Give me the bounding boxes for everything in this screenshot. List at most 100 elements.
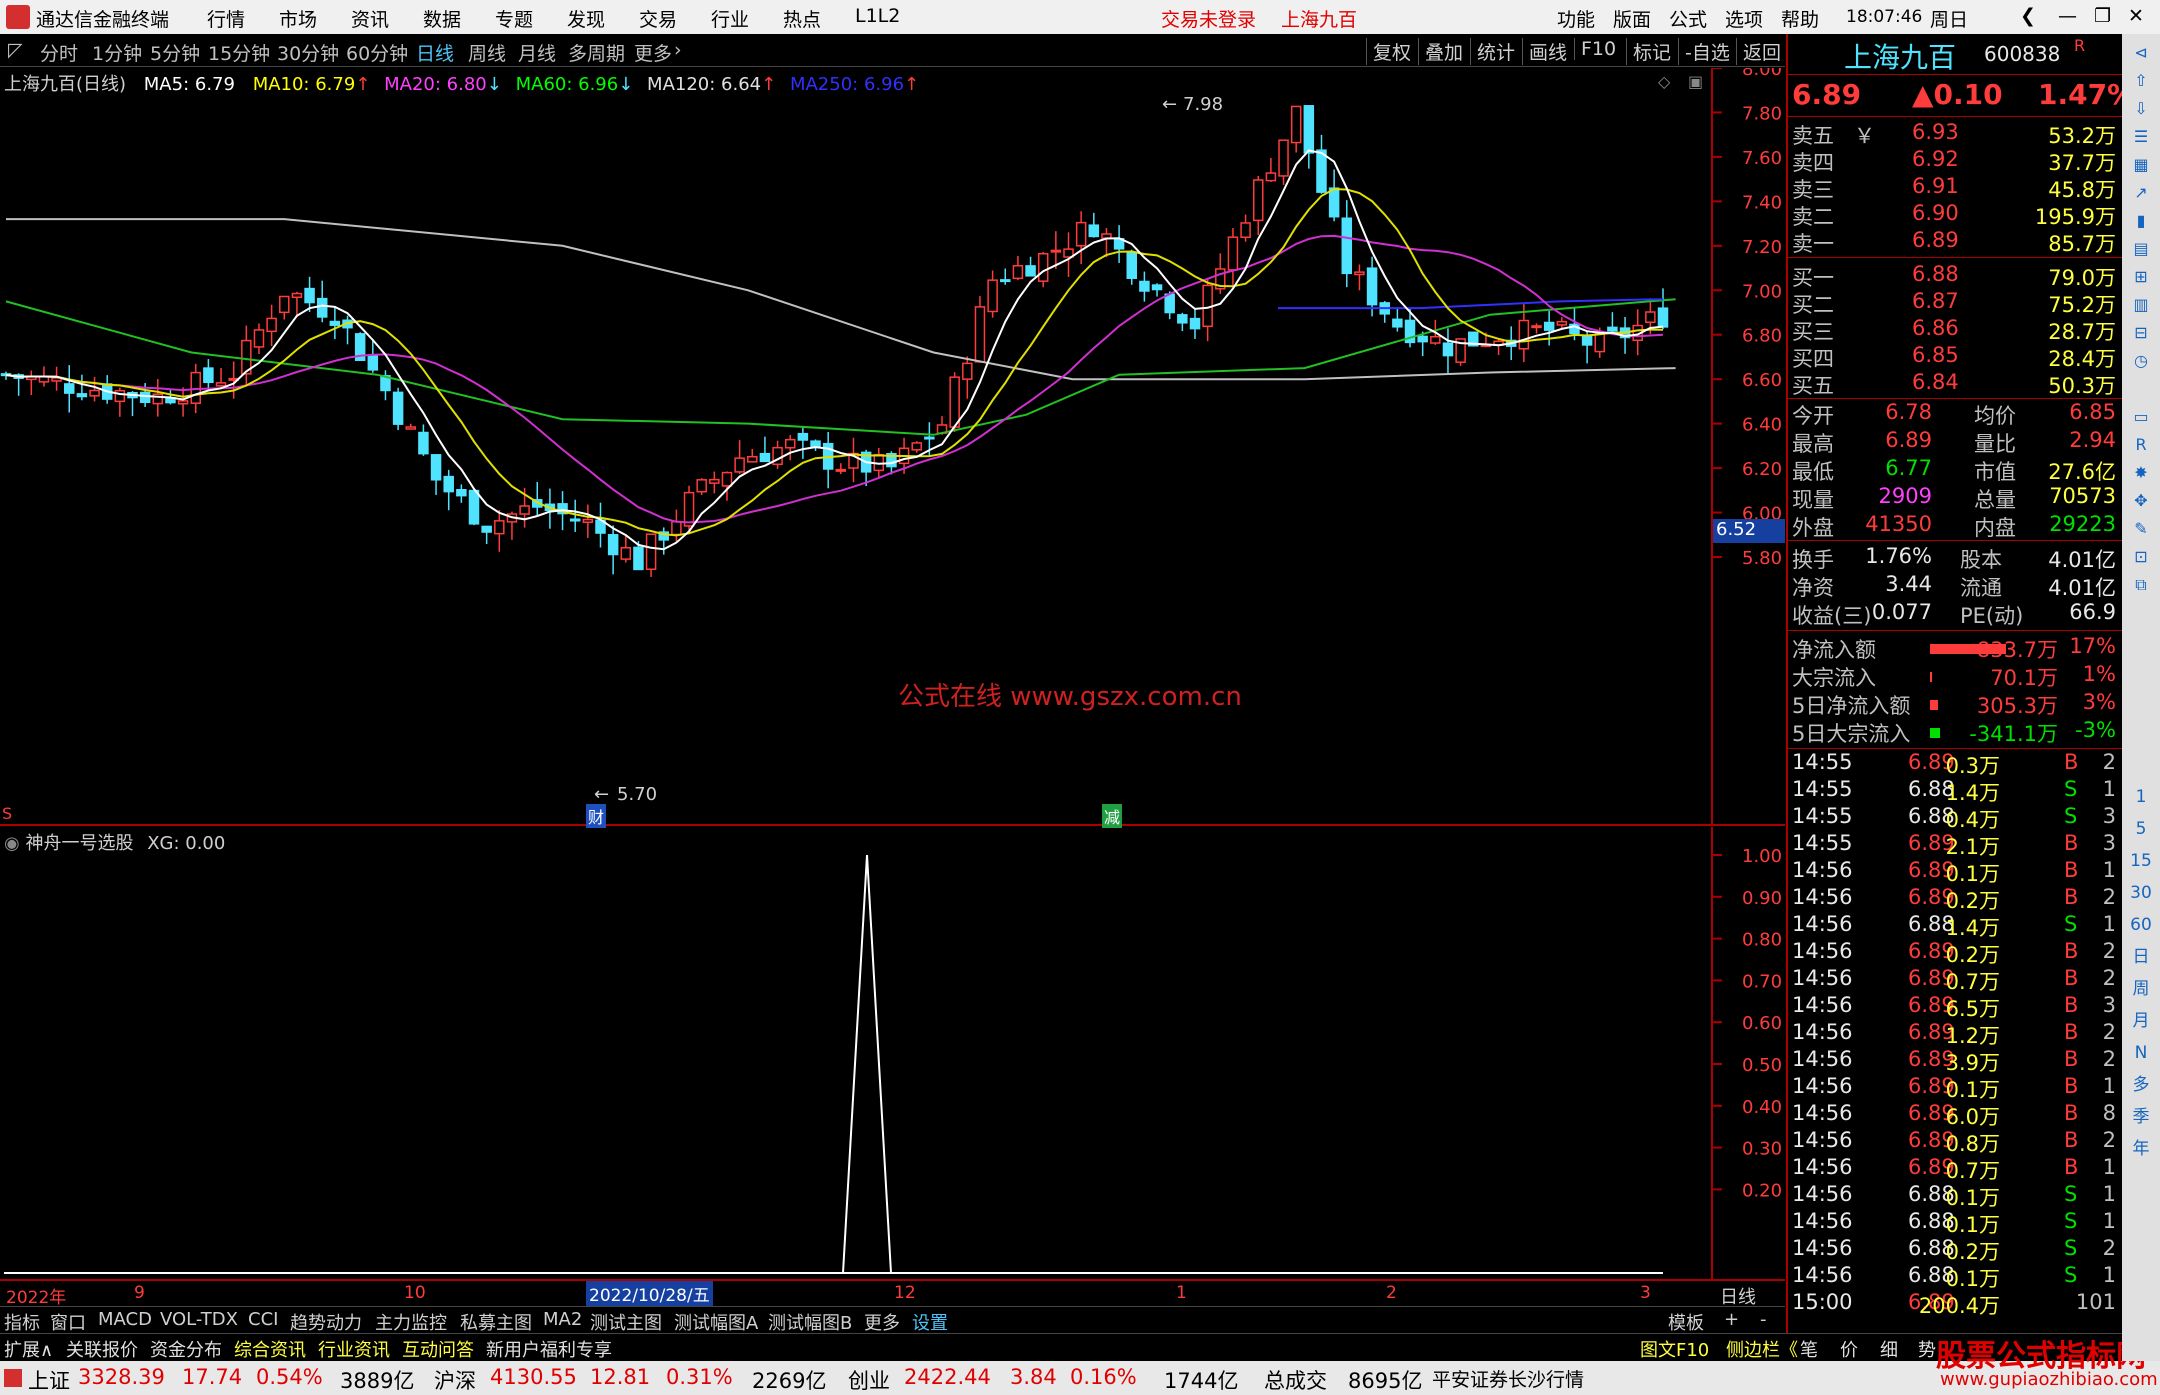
kline-chart[interactable]: 8.00 7.80 7.60 7.40 7.20 7.00 6.80 6.60 6.40 6.20… bbox=[0, 68, 1785, 828]
tick-row[interactable]: 14:56 6.89 0.8万 B 2 bbox=[1792, 1128, 2120, 1156]
stat-row[interactable]: 换手 1.76% 股本 4.01亿 bbox=[1792, 544, 2120, 572]
f2-icon[interactable]: ⊟ bbox=[2128, 320, 2154, 346]
stat-row[interactable]: 收益(三) 0.077 PE(动) 66.9 bbox=[1792, 600, 2120, 628]
diamond-icon[interactable]: ◇ bbox=[1658, 72, 1670, 91]
tick-row[interactable]: 14:56 6.89 0.7万 B 1 bbox=[1792, 1155, 2120, 1183]
tick-row[interactable]: 14:56 6.89 3.9万 B 2 bbox=[1792, 1047, 2120, 1075]
btn-news[interactable]: 综合资讯 bbox=[234, 1336, 306, 1362]
kline-icon[interactable]: ▮ bbox=[2128, 208, 2154, 234]
menu-jiaoyi[interactable]: 交易 bbox=[639, 5, 677, 32]
tick-row[interactable]: 14:56 6.88 0.1万 S 1 bbox=[1792, 1182, 2120, 1210]
flow-row[interactable]: 大宗流入 70.1万 1% bbox=[1792, 662, 2120, 690]
nav-up-icon[interactable]: ⇧ bbox=[2128, 68, 2154, 94]
tick-row[interactable]: 14:56 6.89 6.0万 B 8 bbox=[1792, 1101, 2120, 1129]
period-shortcut-11[interactable]: 年 bbox=[2128, 1136, 2154, 1162]
tab-ceshi-b[interactable]: 测试幅图B bbox=[768, 1309, 852, 1335]
tick-row[interactable]: 14:56 6.88 0.2万 S 2 bbox=[1792, 1236, 2120, 1264]
add-button[interactable]: + bbox=[1724, 1309, 1739, 1330]
btn-related[interactable]: 关联报价 bbox=[66, 1336, 138, 1362]
period-15min[interactable]: 15分钟 bbox=[208, 39, 270, 66]
buy-level-row[interactable]: 买一 6.88 79.0万 bbox=[1792, 262, 2120, 290]
settings-dot-icon[interactable]: ◉ bbox=[4, 833, 20, 854]
tab-qushi[interactable]: 趋势动力 bbox=[290, 1309, 362, 1335]
menu-gongneng[interactable]: 功能 bbox=[1557, 5, 1595, 32]
collapse-icon[interactable]: ◸ bbox=[8, 39, 23, 61]
stat-row[interactable]: 今开 6.78 均价 6.85 bbox=[1792, 400, 2120, 428]
tab-chuangkou[interactable]: 窗口 bbox=[50, 1309, 86, 1335]
template-button[interactable]: 模板 bbox=[1668, 1309, 1704, 1335]
tab-more[interactable]: 更多 bbox=[864, 1309, 900, 1335]
buy-level-row[interactable]: 买五 6.84 50.3万 bbox=[1792, 370, 2120, 398]
period-fenshi[interactable]: 分时 bbox=[40, 39, 78, 66]
cy-label[interactable]: 创业 bbox=[848, 1365, 890, 1395]
btn-f10[interactable]: 图文F10 bbox=[1640, 1336, 1709, 1362]
buy-level-row[interactable]: 买二 6.87 75.2万 bbox=[1792, 289, 2120, 317]
move-icon[interactable]: ✥ bbox=[2128, 488, 2154, 514]
tab-ceshi-zhu[interactable]: 测试主图 bbox=[590, 1309, 662, 1335]
login-status[interactable]: 交易未登录 bbox=[1161, 5, 1256, 32]
chart-icon[interactable]: ▭ bbox=[2128, 404, 2154, 430]
tick-row[interactable]: 14:56 6.89 6.5万 B 3 bbox=[1792, 993, 2120, 1021]
btn-xi[interactable]: 细 bbox=[1880, 1336, 1898, 1362]
menu-faxian[interactable]: 发现 bbox=[567, 5, 605, 32]
period-shortcut-2[interactable]: 15 bbox=[2128, 848, 2154, 874]
sell-level-row[interactable]: 卖四 6.92 37.7万 bbox=[1792, 147, 2120, 175]
btn-welfare[interactable]: 新用户福利专享 bbox=[486, 1336, 612, 1362]
nav-down-icon[interactable]: ⇩ bbox=[2128, 96, 2154, 122]
indicator-chart[interactable]: 1.00 0.90 0.80 0.70 0.60 0.50 0.40 0.30 0.20 ◉ 神… bbox=[0, 827, 1785, 1281]
tool-fuquan[interactable]: 复权 bbox=[1366, 38, 1411, 65]
stat-row[interactable]: 现量 2909 总量 70573 bbox=[1792, 484, 2120, 512]
menu-xuanxiang[interactable]: 选项 bbox=[1725, 5, 1763, 32]
tick-row[interactable]: 14:56 6.88 0.1万 S 1 bbox=[1792, 1209, 2120, 1237]
btn-funds[interactable]: 资金分布 bbox=[150, 1336, 222, 1362]
stat-row[interactable]: 最高 6.89 量比 2.94 bbox=[1792, 428, 2120, 456]
period-5min[interactable]: 5分钟 bbox=[150, 39, 200, 66]
tick-row[interactable]: 14:56 6.88 1.4万 S 1 bbox=[1792, 912, 2120, 940]
period-shortcut-6[interactable]: 周 bbox=[2128, 976, 2154, 1002]
period-30min[interactable]: 30分钟 bbox=[277, 39, 339, 66]
tab-vol-tdx[interactable]: VOL-TDX bbox=[160, 1309, 238, 1330]
tick-row[interactable]: 14:56 6.89 0.1万 B 1 bbox=[1792, 1074, 2120, 1102]
compare-icon[interactable]: ⧉ bbox=[2128, 572, 2154, 598]
period-1min[interactable]: 1分钟 bbox=[92, 39, 142, 66]
tick-row[interactable]: 14:56 6.89 0.2万 B 2 bbox=[1792, 885, 2120, 913]
period-shortcut-3[interactable]: 30 bbox=[2128, 880, 2154, 906]
menu-zixun[interactable]: 资讯 bbox=[351, 5, 389, 32]
btn-bi[interactable]: 笔 bbox=[1800, 1336, 1818, 1362]
stat-row[interactable]: 外盘 41350 内盘 29223 bbox=[1792, 512, 2120, 540]
tool-f10[interactable]: F10 bbox=[1574, 38, 1616, 60]
buy-level-row[interactable]: 买三 6.86 28.7万 bbox=[1792, 316, 2120, 344]
btn-jia[interactable]: 价 bbox=[1840, 1336, 1858, 1362]
period-shortcut-7[interactable]: 月 bbox=[2128, 1008, 2154, 1034]
fs-icon[interactable]: ⊡ bbox=[2128, 544, 2154, 570]
tick-row[interactable]: 14:56 6.88 0.1万 S 1 bbox=[1792, 1263, 2120, 1291]
stat-row[interactable]: 最低 6.77 市值 27.6亿 bbox=[1792, 456, 2120, 484]
flow-row[interactable]: 5日大宗流入 -341.1万 -3% bbox=[1792, 718, 2120, 746]
tab-ma2[interactable]: MA2 bbox=[543, 1309, 582, 1330]
grid-icon[interactable]: ▦ bbox=[2128, 152, 2154, 178]
menu-zhuanti[interactable]: 专题 bbox=[495, 5, 533, 32]
close-icon[interactable]: ✕ bbox=[2128, 5, 2144, 27]
tick-row[interactable]: 14:56 6.89 0.7万 B 2 bbox=[1792, 966, 2120, 994]
period-weekly[interactable]: 周线 bbox=[468, 39, 506, 66]
tab-ceshi-a[interactable]: 测试幅图A bbox=[674, 1309, 758, 1335]
tool-huaxian[interactable]: 画线 bbox=[1522, 38, 1567, 65]
tick-list[interactable]: 14:55 6.89 0.3万 B 2 14:55 6.88 1.4万 S 1 14:55 6.88 0… bbox=[1788, 750, 2124, 1330]
tool-zixuan[interactable]: -自选 bbox=[1678, 38, 1730, 65]
list-icon[interactable]: ☰ bbox=[2128, 124, 2154, 150]
trend-icon[interactable]: ↗ bbox=[2128, 180, 2154, 206]
period-shortcut-10[interactable]: 季 bbox=[2128, 1104, 2154, 1130]
period-shortcut-0[interactable]: 1 bbox=[2128, 784, 2154, 810]
menu-redian[interactable]: 热点 bbox=[783, 5, 821, 32]
doc-icon[interactable]: ▥ bbox=[2128, 292, 2154, 318]
period-shortcut-9[interactable]: 多 bbox=[2128, 1072, 2154, 1098]
menu-l1l2[interactable]: L1L2 bbox=[855, 5, 900, 27]
sell-level-row[interactable]: 卖三 6.91 45.8万 bbox=[1792, 174, 2120, 202]
sell-level-row[interactable]: 卖五 6.93 53.2万 ￥ bbox=[1792, 120, 2120, 148]
btn-expand[interactable]: 扩展∧ bbox=[4, 1336, 53, 1362]
menu-shuju[interactable]: 数据 bbox=[423, 5, 461, 32]
clock-icon[interactable]: ◷ bbox=[2128, 348, 2154, 374]
period-shortcut-1[interactable]: 5 bbox=[2128, 816, 2154, 842]
menu-banmian[interactable]: 版面 bbox=[1613, 5, 1651, 32]
tab-macd[interactable]: MACD bbox=[98, 1309, 152, 1330]
